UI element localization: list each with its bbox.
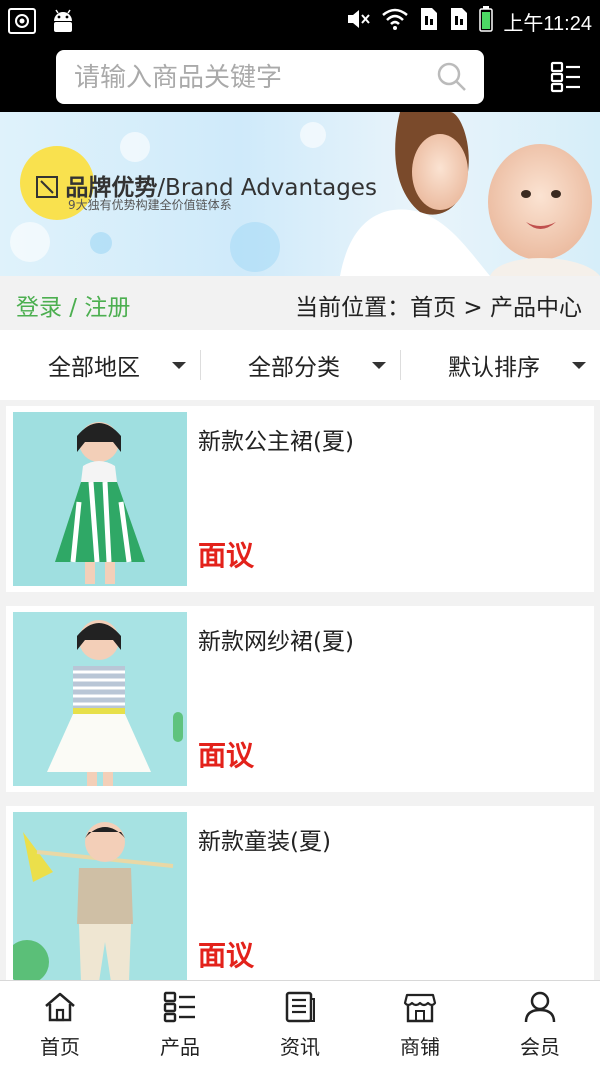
mute-icon [345,6,371,36]
status-time: 上午11:24 [503,12,592,35]
header [0,42,600,112]
sim2-icon [449,6,469,36]
product-card[interactable]: 新款童装(夏) 面议 [6,806,594,992]
search-icon[interactable] [436,61,468,97]
caret-down-icon [172,362,186,369]
nav-shop[interactable]: 商铺 [360,981,480,1067]
product-image[interactable] [13,612,187,786]
product-card[interactable]: 新款公主裙(夏) 面议 [6,406,594,592]
product-name[interactable]: 新款公主裙(夏) [198,422,354,456]
breadcrumb: 当前位置：首页 > 产品中心 [295,295,582,321]
caret-down-icon [572,362,586,369]
nav-products[interactable]: 产品 [120,981,240,1067]
shop-icon [403,991,437,1027]
filter-region[interactable]: 全部地区 [0,330,200,400]
product-name[interactable]: 新款网纱裙(夏) [198,622,354,656]
product-card[interactable]: 新款网纱裙(夏) 面议 [6,606,594,792]
brand-icon [36,175,65,201]
nav-news[interactable]: 资讯 [240,981,360,1067]
product-name[interactable]: 新款童装(夏) [198,822,331,856]
screenshot-icon [8,8,36,38]
user-icon [523,991,557,1027]
promo-banner[interactable]: 品牌优势/Brand Advantages 9大独有优势构建全价值链体系 [0,112,600,276]
wifi-icon [381,7,409,35]
bottom-nav: 首页 产品 资讯 商铺 会员 [0,980,600,1067]
mother-baby-photo [340,112,600,276]
breadcrumb-bar: 登录 / 注册 当前位置：首页 > 产品中心 [0,276,600,330]
filter-bar: 全部地区 全部分类 默认排序 [0,330,600,400]
search-input[interactable] [72,60,426,96]
android-icon [50,8,76,38]
nav-home[interactable]: 首页 [0,981,120,1067]
battery-icon [479,6,494,36]
filter-category[interactable]: 全部分类 [200,330,400,400]
home-icon [43,991,77,1027]
status-bar: 上午11:24 [0,0,600,42]
banner-subtitle: 9大独有优势构建全价值链体系 [68,198,232,212]
product-list: 新款公主裙(夏) 面议 新款网纱裙(夏) 面议 新款童装(夏) 面议 [6,406,594,1006]
filter-sort[interactable]: 默认排序 [400,330,600,400]
caret-down-icon [372,362,386,369]
product-price: 面议 [198,939,255,972]
login-register-link[interactable]: 登录 / 注册 [16,288,130,322]
search-box[interactable] [56,50,484,104]
menu-icon[interactable] [550,61,582,97]
grid-list-icon [163,991,197,1027]
product-image[interactable] [13,412,187,586]
nav-member[interactable]: 会员 [480,981,600,1067]
product-price: 面议 [198,739,255,772]
sim1-icon [419,6,439,36]
product-price: 面议 [198,539,255,572]
product-image[interactable] [13,812,187,986]
news-icon [283,991,317,1027]
